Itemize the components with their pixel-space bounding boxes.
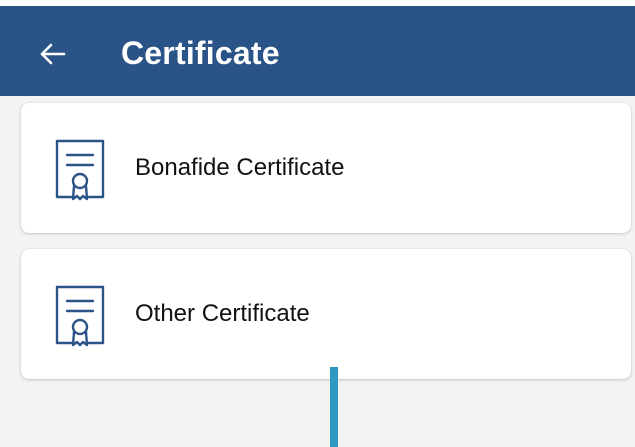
back-arrow-icon[interactable]: [38, 39, 68, 69]
app-bar: Certificate: [0, 6, 635, 96]
other-certificate-card[interactable]: Other Certificate: [21, 249, 631, 379]
bonafide-certificate-card[interactable]: Bonafide Certificate: [21, 103, 631, 233]
certificate-icon: [53, 137, 111, 201]
certificate-label: Bonafide Certificate: [135, 154, 345, 181]
page-title: Certificate: [121, 35, 280, 71]
scroll-indicator: [330, 367, 338, 447]
certificate-icon: [53, 283, 111, 347]
certificate-label: Other Certificate: [135, 300, 310, 327]
certificate-list: Bonafide Certificate Other Certificate: [0, 96, 635, 447]
